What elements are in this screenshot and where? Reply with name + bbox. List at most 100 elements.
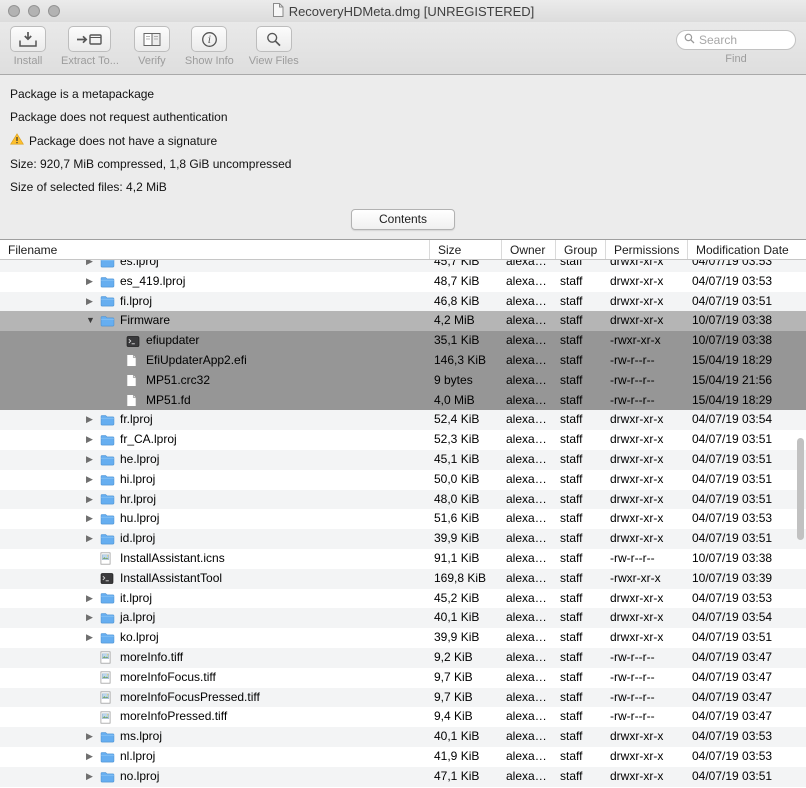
modification-date-cell: 04/07/19 03:51 [692, 531, 773, 546]
titlebar[interactable]: RecoveryHDMeta.dmg [UNREGISTERED] [0, 0, 806, 22]
table-row[interactable]: hu.lproj 51,6 KiB alexa… staff drwxr-xr-x 04/… [0, 509, 806, 530]
disclosure-triangle[interactable] [86, 628, 100, 648]
modification-date-cell: 04/07/19 03:51 [692, 432, 773, 447]
size-cell: 45,1 KiB [434, 451, 480, 466]
disclosure-triangle[interactable] [86, 430, 100, 450]
disclosure-triangle[interactable] [86, 589, 100, 609]
table-row[interactable]: id.lproj 39,9 KiB alexa… staff drwxr-xr-x 04/… [0, 529, 806, 549]
traffic-lights [8, 5, 60, 17]
disclosure-triangle[interactable] [86, 272, 100, 292]
group-cell: staff [560, 511, 583, 526]
size-cell: 9,7 KiB [434, 669, 473, 684]
table-row[interactable]: ms.lproj 40,1 KiB alexa… staff drwxr-xr-x 04/… [0, 727, 806, 747]
table-row[interactable]: ko.lproj 39,9 KiB alexa… staff drwxr-xr-x 04/… [0, 628, 806, 648]
table-row[interactable]: MP51.fd 4,0 MiB alexa… staff -rw-r--r-- 15/04… [0, 390, 806, 411]
vertical-scrollbar-thumb[interactable] [797, 438, 804, 540]
column-header-owner[interactable]: Owner [502, 240, 556, 259]
search-field[interactable] [676, 30, 796, 50]
column-header-group[interactable]: Group [556, 240, 606, 259]
table-row[interactable]: EfiUpdaterApp2.efi 146,3 KiB alexa… staff -r… [0, 350, 806, 371]
zoom-button[interactable] [48, 5, 60, 17]
filename-label: efiupdater [146, 333, 200, 348]
warning-icon [10, 133, 24, 148]
owner-cell: alexa… [506, 531, 547, 546]
show-info-button[interactable]: i Show Info [185, 26, 234, 67]
table-row[interactable]: nl.lproj 41,9 KiB alexa… staff drwxr-xr-x 04/… [0, 746, 806, 767]
table-row[interactable]: es.lproj 45,7 KiB alexa… staff drwxr-xr-x 04/… [0, 260, 806, 272]
document-proxy-icon [272, 2, 284, 20]
group-cell: staff [560, 372, 583, 387]
modification-date-cell: 04/07/19 03:51 [692, 293, 773, 308]
disclosure-triangle[interactable] [86, 260, 100, 272]
table-row[interactable]: fr.lproj 52,4 KiB alexa… staff drwxr-xr-x 04/… [0, 410, 806, 431]
size-cell: 39,9 KiB [434, 630, 480, 645]
size-cell: 9,2 KiB [434, 649, 473, 664]
extract-to-icon [68, 26, 112, 52]
owner-cell: alexa… [506, 451, 547, 466]
table-header: Filename Size Owner Group Permissions Mo… [0, 240, 806, 260]
disclosure-triangle[interactable] [86, 727, 100, 747]
column-header-modification-date[interactable]: Modification Date [688, 240, 806, 259]
exec-icon [126, 335, 144, 347]
table-row[interactable]: InstallAssistant.icns 91,1 KiB alexa… staff… [0, 548, 806, 569]
column-header-size[interactable]: Size [430, 240, 502, 259]
disclosure-triangle[interactable] [86, 311, 100, 331]
table-row[interactable]: hi.lproj 50,0 KiB alexa… staff drwxr-xr-x 04/… [0, 469, 806, 490]
group-cell: staff [560, 392, 583, 407]
close-button[interactable] [8, 5, 20, 17]
table-row[interactable]: fi.lproj 46,8 KiB alexa… staff drwxr-xr-x 04/… [0, 291, 806, 312]
table-row[interactable]: es_419.lproj 48,7 KiB alexa… staff drwxr-xr-… [0, 271, 806, 292]
extract-to-button[interactable]: Extract To... [61, 26, 119, 67]
verify-button[interactable]: Verify [133, 26, 170, 67]
install-button[interactable]: Install [10, 26, 46, 67]
table-row[interactable]: he.lproj 45,1 KiB alexa… staff drwxr-xr-x 04/… [0, 449, 806, 470]
disclosure-triangle[interactable] [86, 509, 100, 529]
search-input[interactable] [699, 33, 788, 47]
permissions-cell: drwxr-xr-x [610, 260, 664, 268]
table-row[interactable]: it.lproj 45,2 KiB alexa… staff drwxr-xr-x 04/… [0, 588, 806, 609]
table-row[interactable]: moreInfoPressed.tiff 9,4 KiB alexa… staff -r… [0, 707, 806, 728]
group-cell: staff [560, 768, 583, 783]
toolbar: Install Extract To... Verify i Show Info… [0, 22, 806, 75]
size-cell: 9,4 KiB [434, 709, 473, 724]
folder-icon [100, 295, 118, 307]
size-cell: 51,6 KiB [434, 511, 480, 526]
permissions-cell: drwxr-xr-x [610, 491, 664, 506]
folder-icon [100, 454, 118, 466]
table-row[interactable]: fr_CA.lproj 52,3 KiB alexa… staff drwxr-xr-x… [0, 430, 806, 450]
table-row[interactable]: moreInfoFocus.tiff 9,7 KiB alexa… staff -rw-… [0, 667, 806, 688]
disclosure-triangle[interactable] [86, 410, 100, 430]
disclosure-triangle[interactable] [86, 747, 100, 767]
disclosure-triangle[interactable] [86, 292, 100, 312]
view-files-button[interactable]: View Files [249, 26, 299, 67]
table-row[interactable]: InstallAssistantTool 169,8 KiB alexa… staff… [0, 568, 806, 589]
disclosure-triangle[interactable] [86, 608, 100, 628]
disclosure-triangle[interactable] [86, 767, 100, 787]
table-row[interactable]: no.lproj 47,1 KiB alexa… staff drwxr-xr-x 04/… [0, 766, 806, 787]
disclosure-triangle[interactable] [86, 470, 100, 490]
disclosure-triangle[interactable] [86, 490, 100, 510]
permissions-cell: drwxr-xr-x [610, 432, 664, 447]
tab-contents[interactable]: Contents [350, 209, 456, 230]
filename-label: ko.lproj [120, 630, 159, 645]
table-row[interactable]: moreInfoFocusPressed.tiff 9,7 KiB alexa… st… [0, 687, 806, 708]
column-header-filename[interactable]: Filename [0, 240, 430, 259]
table-row[interactable]: hr.lproj 48,0 KiB alexa… staff drwxr-xr-x 04/… [0, 489, 806, 510]
permissions-cell: drwxr-xr-x [610, 511, 664, 526]
table-row[interactable]: Firmware 4,2 MiB alexa… staff drwxr-xr-x 10/0… [0, 311, 806, 332]
table-row[interactable]: efiupdater 35,1 KiB alexa… staff -rwxr-xr-x 1… [0, 331, 806, 351]
table-row[interactable]: moreInfo.tiff 9,2 KiB alexa… staff -rw-r--r-… [0, 647, 806, 668]
column-header-permissions[interactable]: Permissions [606, 240, 688, 259]
modification-date-cell: 04/07/19 03:51 [692, 471, 773, 486]
table-row[interactable]: MP51.crc32 9 bytes alexa… staff -rw-r--r-- 15… [0, 370, 806, 391]
minimize-button[interactable] [28, 5, 40, 17]
filename-label: InstallAssistantTool [120, 570, 223, 585]
disclosure-triangle[interactable] [86, 450, 100, 470]
owner-cell: alexa… [506, 293, 547, 308]
table-row[interactable]: ja.lproj 40,1 KiB alexa… staff drwxr-xr-x 04/… [0, 608, 806, 629]
owner-cell: alexa… [506, 333, 547, 348]
permissions-cell: drwxr-xr-x [610, 313, 664, 328]
modification-date-cell: 10/07/19 03:38 [692, 333, 773, 348]
window-title: RecoveryHDMeta.dmg [UNREGISTERED] [288, 3, 535, 19]
disclosure-triangle[interactable] [86, 529, 100, 549]
